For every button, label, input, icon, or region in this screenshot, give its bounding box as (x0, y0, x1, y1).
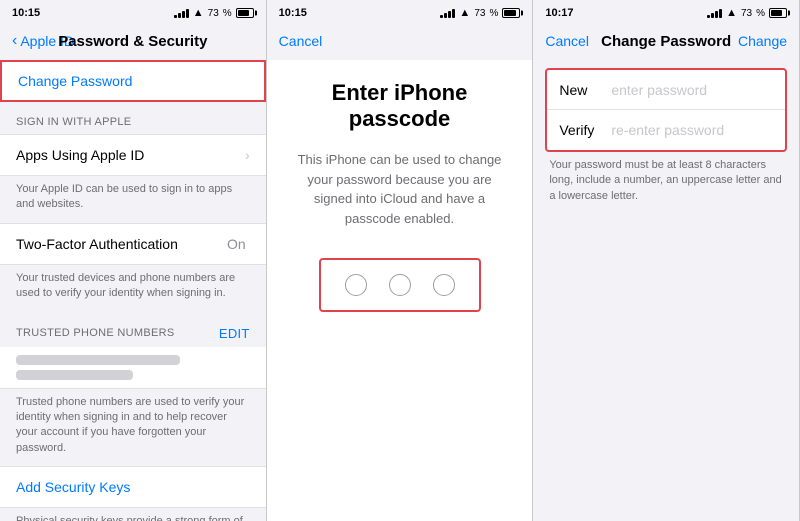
passcode-dot-3 (433, 274, 455, 296)
signal-icon-1 (174, 8, 189, 18)
sign-in-header: SIGN IN WITH APPLE (0, 102, 266, 134)
passcode-title: Enter iPhone passcode (291, 80, 509, 132)
change-password-label: Change Password (18, 73, 132, 89)
password-requirements-desc: Your password must be at least 8 charact… (533, 152, 799, 210)
status-time-2: 10:15 (279, 7, 307, 19)
passcode-dot-1 (345, 274, 367, 296)
wifi-icon-3: ▲ (726, 7, 737, 19)
battery-label-3: 73 (741, 8, 752, 19)
status-bar-3: 10:17 ▲ 73% (533, 0, 799, 22)
blur-line-1 (16, 355, 180, 365)
wifi-icon-1: ▲ (193, 7, 204, 19)
nav-title-1: Password & Security (58, 33, 207, 50)
status-bar-1: 10:15 ▲ 73% (0, 0, 266, 22)
chevron-left-icon-1: ‹ (12, 32, 17, 50)
add-security-desc: Physical security keys provide a strong … (0, 508, 266, 521)
new-password-label: New (559, 82, 611, 98)
nav-bar-3: Cancel Change Password Change (533, 22, 799, 60)
battery-icon-3 (769, 8, 787, 18)
change-password-cell[interactable]: Change Password (0, 60, 266, 102)
trusted-desc: Trusted phone numbers are used to verify… (0, 389, 266, 467)
change-password-form: New enter password Verify re-enter passw… (533, 68, 799, 210)
apps-using-apple-id-group: Apps Using Apple ID › (0, 134, 266, 176)
two-factor-title: Two-Factor Authentication (16, 236, 227, 252)
trusted-phone-blurred (0, 347, 266, 389)
panel1-scroll[interactable]: Change Password SIGN IN WITH APPLE Apps … (0, 60, 266, 521)
nav-bar-2: Cancel (267, 22, 533, 60)
status-time-1: 10:15 (12, 7, 40, 19)
battery-icon-2 (502, 8, 520, 18)
two-factor-group: Two-Factor Authentication On (0, 223, 266, 265)
status-bar-2: 10:15 ▲ 73% (267, 0, 533, 22)
apps-using-apple-id-title: Apps Using Apple ID (16, 147, 245, 163)
new-password-row[interactable]: New enter password (547, 70, 785, 110)
status-icons-1: ▲ 73% (174, 7, 254, 19)
blur-line-2 (16, 370, 133, 380)
two-factor-value: On (227, 236, 246, 252)
nav-bar-1: ‹ Apple ID Password & Security (0, 22, 266, 60)
status-icons-2: ▲ 73% (440, 7, 520, 19)
cancel-button-3[interactable]: Cancel (545, 33, 589, 49)
panel-enter-passcode: 10:15 ▲ 73% Cancel Enter iPhone passcode… (267, 0, 534, 521)
status-time-3: 10:17 (545, 7, 573, 19)
verify-password-label: Verify (559, 122, 611, 138)
passcode-dot-2 (389, 274, 411, 296)
verify-password-row[interactable]: Verify re-enter password (547, 110, 785, 150)
wifi-icon-2: ▲ (459, 7, 470, 19)
add-security-keys-label: Add Security Keys (16, 479, 130, 495)
trusted-phones-header: TRUSTED PHONE NUMBERS Edit (0, 312, 266, 347)
panel-password-security: 10:15 ▲ 73% ‹ Apple ID Password & Securi… (0, 0, 267, 521)
signal-icon-2 (440, 8, 455, 18)
trusted-edit-link[interactable]: Edit (219, 326, 250, 341)
passcode-dots-container[interactable] (319, 258, 481, 312)
apps-using-apple-id-cell[interactable]: Apps Using Apple ID › (0, 134, 266, 176)
signal-icon-3 (707, 8, 722, 18)
passcode-content: Enter iPhone passcode This iPhone can be… (267, 60, 533, 521)
verify-password-input[interactable]: re-enter password (611, 122, 773, 138)
battery-icon-1 (236, 8, 254, 18)
cancel-button-2[interactable]: Cancel (279, 33, 323, 49)
chevron-right-icon-apps: › (245, 147, 250, 163)
password-form-group: New enter password Verify re-enter passw… (545, 68, 787, 152)
status-icons-3: ▲ 73% (707, 7, 787, 19)
battery-label-1: 73 (208, 8, 219, 19)
nav-title-3: Change Password (601, 33, 731, 50)
two-factor-desc: Your trusted devices and phone numbers a… (0, 265, 266, 312)
change-button-3[interactable]: Change (738, 33, 787, 49)
panel-change-password: 10:17 ▲ 73% Cancel Change Password Chang… (533, 0, 800, 521)
passcode-desc: This iPhone can be used to change your p… (291, 150, 509, 228)
new-password-input[interactable]: enter password (611, 82, 773, 98)
apps-desc: Your Apple ID can be used to sign in to … (0, 176, 266, 223)
add-security-keys-cell[interactable]: Add Security Keys (0, 466, 266, 508)
battery-label-2: 73 (474, 8, 485, 19)
two-factor-cell[interactable]: Two-Factor Authentication On (0, 223, 266, 265)
